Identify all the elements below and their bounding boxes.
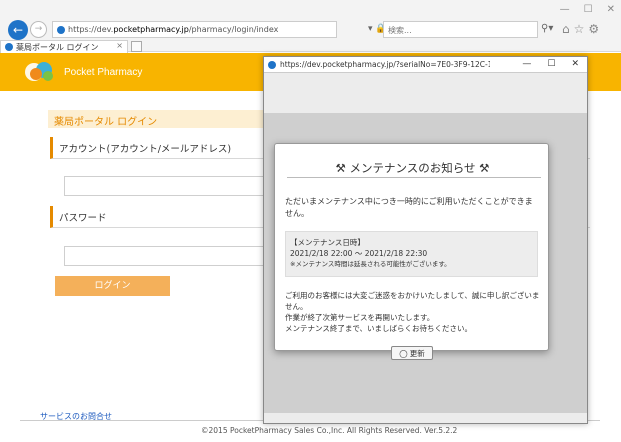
browser-toolbar: — ☐ ✕ ← → https://dev. pocketpharmacy.jp /… <box>0 0 621 53</box>
pocket-pharmacy-logo-icon <box>25 62 53 81</box>
popup-minimize-button[interactable]: — <box>522 59 531 69</box>
url-prefix: https://dev. <box>68 25 114 34</box>
schedule-note: ※メンテナンス時間は延長される可能性がございます。 <box>290 260 451 268</box>
tab-favicon-icon <box>5 43 13 51</box>
new-tab-button[interactable] <box>131 41 142 52</box>
popup-favicon-icon <box>268 60 276 69</box>
popup-url: https://dev.pocketpharmacy.jp/?serialNo=… <box>280 60 490 69</box>
popup-window-controls: — ☐ ✕ <box>522 59 579 69</box>
refresh-icon: ◯ <box>399 348 408 358</box>
settings-gear-icon[interactable]: ⚙ <box>588 22 599 36</box>
apology-line-2: 作業が終了次第サービスを再開いたします。 <box>285 313 435 322</box>
brand-name[interactable]: Pocket Pharmacy <box>64 67 142 78</box>
apology-line-1: ご利用のお客様には大変ご迷惑をおかけいたしまして、誠に申し訳ございません。 <box>285 291 540 311</box>
search-input[interactable]: 検索... <box>383 21 538 38</box>
search-icon[interactable]: ⚲▾ <box>541 23 553 34</box>
title-divider <box>287 177 541 178</box>
minimize-button[interactable]: — <box>560 4 570 15</box>
address-bar[interactable]: https://dev. pocketpharmacy.jp/pharmacy/l… <box>52 21 337 38</box>
refresh-button[interactable]: ◯ 更新 <box>391 346 433 360</box>
schedule-range: 2021/2/18 22:00 ～ 2021/2/18 22:30 <box>290 249 428 258</box>
maintenance-modal: ⚒ メンテナンスのお知らせ ⚒ ただいまメンテナンス中につき一時的にご利用いただ… <box>274 143 549 351</box>
apology-line-3: メンテナンス終了まで、いましばらくお待ちください。 <box>285 324 473 333</box>
schedule-box: 【メンテナンス日時】 2021/2/18 22:00 ～ 2021/2/18 2… <box>285 231 538 277</box>
login-button[interactable]: ログイン <box>55 276 170 296</box>
worker-icon-right: ⚒ <box>479 161 490 175</box>
popup-close-button[interactable]: ✕ <box>571 59 579 69</box>
window-controls: — ☐ ✕ <box>560 4 615 15</box>
maintenance-message: ただいまメンテナンス中につき一時的にご利用いただくことができません。 <box>285 197 533 218</box>
close-button[interactable]: ✕ <box>607 4 615 15</box>
copyright-text: ©2015 PocketPharmacy Sales Co.,Inc. All … <box>201 426 458 435</box>
maximize-button[interactable]: ☐ <box>584 4 593 15</box>
site-favicon-icon <box>57 25 65 34</box>
modal-title: ⚒ メンテナンスのお知らせ ⚒ <box>275 160 550 176</box>
forward-arrow-icon[interactable]: → <box>30 21 47 38</box>
tab-login[interactable]: 薬局ポータル ログイン × <box>0 40 128 53</box>
favorites-star-icon[interactable]: ☆ <box>574 22 585 36</box>
url-path: /pharmacy/login/index <box>188 25 279 34</box>
popup-titlebar: https://dev.pocketpharmacy.jp/?serialNo=… <box>264 57 587 73</box>
worker-icon: ⚒ <box>335 161 346 175</box>
popup-maximize-button[interactable]: ☐ <box>547 59 555 69</box>
back-arrow-icon[interactable]: ← <box>8 20 28 40</box>
apology-message: ご利用のお客様には大変ご迷惑をおかけいたしまして、誠に申し訳ございません。 作業… <box>285 290 540 334</box>
tab-title: 薬局ポータル ログイン <box>16 42 99 52</box>
modal-title-text: メンテナンスのお知らせ <box>349 161 476 175</box>
toolbar-icons: ⌂ ☆ ⚙ <box>562 22 599 36</box>
refresh-label: 更新 <box>409 348 425 358</box>
url-host: pocketpharmacy.jp <box>113 25 189 34</box>
tab-close-icon[interactable]: × <box>116 41 123 50</box>
home-icon[interactable]: ⌂ <box>562 22 570 36</box>
schedule-heading: 【メンテナンス日時】 <box>290 238 365 247</box>
